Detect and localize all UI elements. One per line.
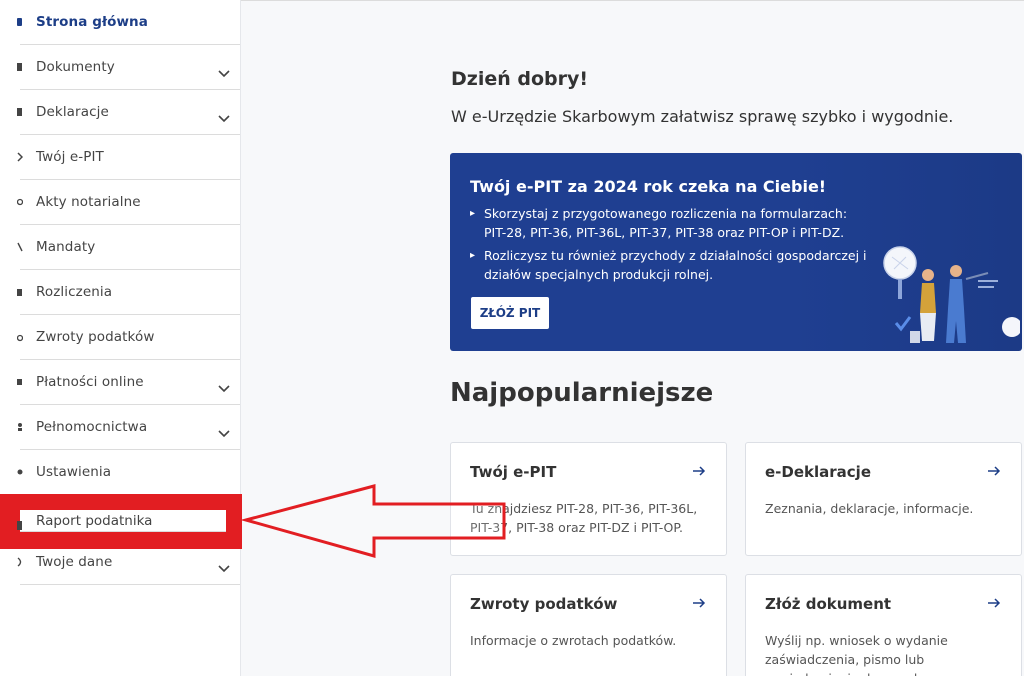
epit-icon bbox=[17, 152, 23, 162]
sidebar-item-label: Pełnomocnictwa bbox=[36, 419, 148, 435]
sidebar-item-label: Twoje dane bbox=[36, 554, 113, 570]
sidebar-item-label: Akty notarialne bbox=[36, 194, 141, 210]
card-zloz-dokument[interactable]: Złóż dokument Wyślij np. wniosek o wydan… bbox=[745, 574, 1022, 676]
sidebar: Strona główna Dokumenty Deklaracje Twój … bbox=[0, 0, 241, 676]
card-zwroty-podatkow[interactable]: Zwroty podatków Informacje o zwrotach po… bbox=[450, 574, 727, 676]
sidebar-item-label: Ustawienia bbox=[36, 464, 112, 480]
sidebar-item-label: Zwroty podatków bbox=[36, 329, 155, 345]
sidebar-item-label: Raport podatnika bbox=[36, 513, 153, 529]
sidebar-item-label: Mandaty bbox=[36, 239, 96, 255]
user-data-icon bbox=[17, 557, 23, 567]
greeting-heading: Dzień dobry! bbox=[451, 68, 589, 90]
sidebar-item-akty-notarialne[interactable]: Akty notarialne bbox=[17, 180, 240, 225]
card-title: Zwroty podatków bbox=[470, 595, 618, 613]
chevron-down-icon[interactable] bbox=[218, 558, 230, 573]
card-description: Informacje o zwrotach podatków. bbox=[470, 633, 677, 648]
sidebar-item-zwroty-podatkow[interactable]: Zwroty podatków bbox=[17, 315, 240, 360]
sidebar-item-pelnomocnictwa[interactable]: Pełnomocnictwa bbox=[17, 405, 240, 450]
sidebar-item-label: Strona główna bbox=[36, 14, 148, 30]
banner-bullets: Skorzystaj z przygotowanego rozliczenia … bbox=[470, 204, 870, 288]
payment-icon bbox=[17, 377, 23, 387]
chevron-down-icon[interactable] bbox=[218, 108, 230, 123]
card-description: Wyślij np. wniosek o wydanie zaświadczen… bbox=[765, 633, 948, 676]
card-title: Złóż dokument bbox=[765, 595, 892, 613]
home-icon bbox=[17, 17, 23, 27]
arrow-right-icon bbox=[988, 466, 1001, 476]
sidebar-item-twoj-epit[interactable]: Twój e-PIT bbox=[17, 135, 240, 180]
arrow-right-icon bbox=[693, 466, 706, 476]
gear-icon bbox=[17, 467, 23, 477]
sidebar-item-mandaty[interactable]: Mandaty bbox=[17, 225, 240, 270]
sidebar-item-raport-podatnika[interactable]: Raport podatnika bbox=[17, 510, 226, 535]
banner-bullet: Skorzystaj z przygotowanego rozliczenia … bbox=[470, 204, 870, 242]
chevron-down-icon[interactable] bbox=[218, 378, 230, 393]
authorization-icon bbox=[17, 422, 23, 432]
sidebar-item-label: Deklaracje bbox=[36, 104, 109, 120]
card-description: Zeznania, deklaracje, informacje. bbox=[765, 501, 974, 516]
submit-pit-button[interactable]: ZŁÓŻ PIT bbox=[471, 297, 549, 329]
banner-bullet: Rozliczysz tu również przychody z działa… bbox=[470, 246, 870, 284]
greeting-subtitle: W e-Urzędzie Skarbowym załatwisz sprawę … bbox=[451, 107, 954, 126]
sidebar-item-ustawienia[interactable]: Ustawienia bbox=[17, 450, 240, 495]
document-icon bbox=[17, 62, 23, 72]
people-illustration-icon bbox=[883, 246, 1020, 343]
card-e-deklaracje[interactable]: e-Deklaracje Zeznania, deklaracje, infor… bbox=[745, 442, 1022, 556]
arrow-right-icon bbox=[988, 598, 1001, 608]
sidebar-item-label: Twój e-PIT bbox=[36, 149, 104, 165]
ticket-icon bbox=[17, 242, 23, 252]
banner-title: Twój e-PIT za 2024 rok czeka na Ciebie! bbox=[470, 177, 827, 196]
sidebar-item-label: Rozliczenia bbox=[36, 284, 113, 300]
declaration-icon bbox=[17, 107, 23, 117]
sidebar-item-deklaracje[interactable]: Deklaracje bbox=[17, 90, 240, 135]
chevron-down-icon[interactable] bbox=[218, 423, 230, 438]
settlement-icon bbox=[17, 287, 23, 297]
card-title: Twój e-PIT bbox=[470, 463, 557, 481]
refund-icon bbox=[17, 332, 23, 342]
sidebar-item-rozliczenia[interactable]: Rozliczenia bbox=[17, 270, 240, 315]
card-title: e-Deklaracje bbox=[765, 463, 871, 481]
report-icon bbox=[17, 516, 23, 535]
sidebar-item-dokumenty[interactable]: Dokumenty bbox=[17, 45, 240, 90]
sidebar-item-strona-glowna[interactable]: Strona główna bbox=[17, 0, 240, 45]
sidebar-item-platnosci-online[interactable]: Płatności online bbox=[17, 360, 240, 405]
arrow-right-icon bbox=[693, 598, 706, 608]
epit-banner: Twój e-PIT za 2024 rok czeka na Ciebie! … bbox=[450, 153, 1022, 351]
card-twoj-epit[interactable]: Twój e-PIT Tu znajdziesz PIT-28, PIT-36,… bbox=[450, 442, 727, 556]
notary-icon bbox=[17, 197, 23, 207]
chevron-down-icon[interactable] bbox=[218, 63, 230, 78]
sidebar-item-label: Dokumenty bbox=[36, 59, 115, 75]
popular-section-title: Najpopularniejsze bbox=[450, 378, 714, 408]
card-description: Tu znajdziesz PIT-28, PIT-36, PIT-36L, P… bbox=[470, 501, 698, 535]
sidebar-item-label: Płatności online bbox=[36, 374, 144, 390]
